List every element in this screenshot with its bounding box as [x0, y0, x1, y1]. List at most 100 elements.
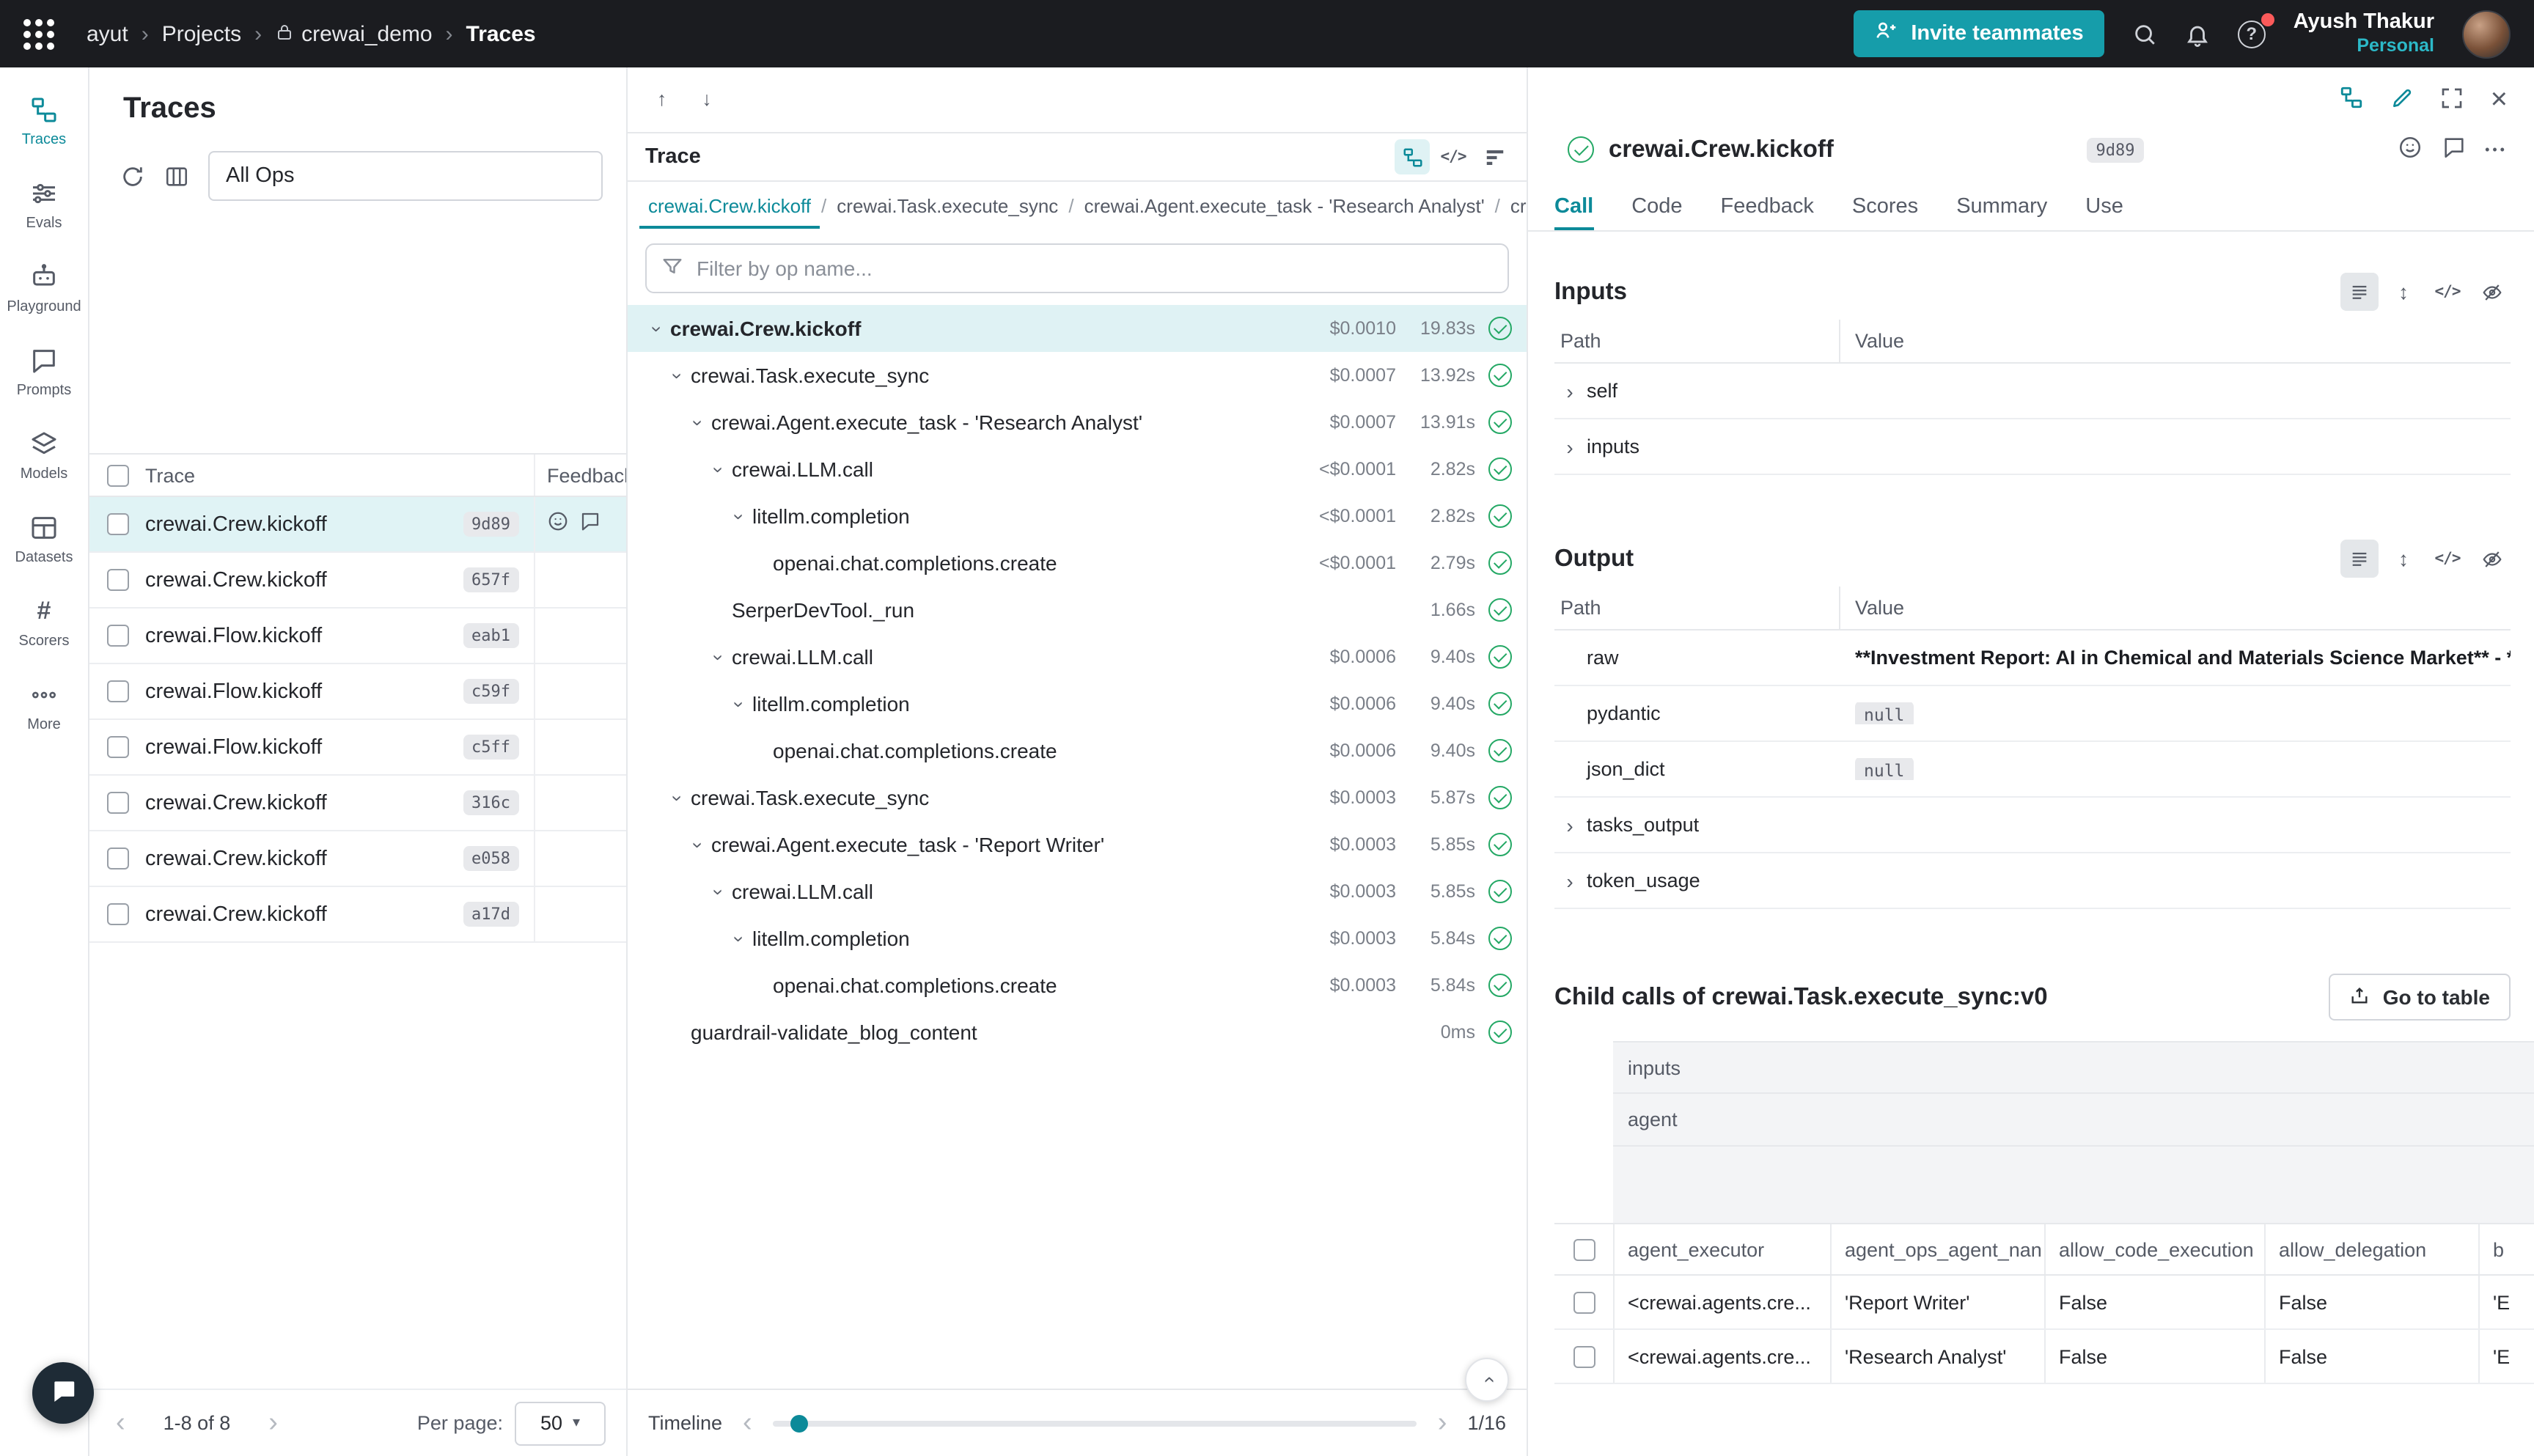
code-view-button[interactable]: </>: [2428, 273, 2467, 311]
kv-row[interactable]: ›pydantic null: [1554, 686, 2511, 742]
row-checkbox[interactable]: [106, 792, 128, 814]
chevron-right-icon[interactable]: ›: [1560, 380, 1579, 401]
sidebar-item-scorers[interactable]: # Scorers: [0, 589, 88, 657]
column-header[interactable]: agent_ops_agent_nan: [1830, 1224, 2044, 1274]
go-to-table-button[interactable]: Go to table: [2329, 974, 2511, 1021]
row-checkbox[interactable]: [106, 848, 128, 869]
tree-node[interactable]: › crewai.Task.execute_sync $0.0007 13.92…: [628, 352, 1527, 399]
notifications-bell-icon[interactable]: [2185, 21, 2210, 46]
kv-row[interactable]: ›tasks_output: [1554, 798, 2511, 853]
path-tab[interactable]: crewai.Crew.kickoff: [639, 182, 820, 229]
tab-call[interactable]: Call: [1554, 182, 1593, 230]
table-row[interactable]: <crewai.agents.cre... 'Report Writer' Fa…: [1554, 1276, 2534, 1330]
invite-teammates-button[interactable]: Invite teammates: [1854, 10, 2104, 57]
tree-node[interactable]: openai.chat.completions.create $0.0006 9…: [628, 727, 1527, 774]
kv-row[interactable]: ›inputs: [1554, 419, 2511, 475]
panel-layout-icon[interactable]: [2340, 85, 2365, 114]
refresh-button[interactable]: [120, 163, 145, 188]
sidebar-item-datasets[interactable]: Datasets: [0, 506, 88, 573]
sidebar-item-more[interactable]: More: [0, 673, 88, 740]
tree-node[interactable]: SerperDevTool._run 1.66s: [628, 587, 1527, 633]
column-header[interactable]: allow_code_execution: [2044, 1224, 2264, 1274]
tab-feedback[interactable]: Feedback: [1721, 182, 1814, 230]
next-page-button[interactable]: ›: [262, 1407, 284, 1439]
timeline-slider[interactable]: [773, 1420, 1417, 1426]
ops-filter-select[interactable]: All Ops: [208, 151, 603, 201]
add-reaction-icon[interactable]: [2397, 135, 2422, 164]
chevron-right-icon[interactable]: ›: [1560, 815, 1579, 835]
kv-row[interactable]: ›json_dict null: [1554, 742, 2511, 798]
timeline-next-button[interactable]: ›: [1432, 1407, 1453, 1439]
row-checkbox[interactable]: [106, 736, 128, 758]
tree-node[interactable]: › crewai.Crew.kickoff $0.0010 19.83s: [628, 305, 1527, 352]
table-row[interactable]: crewai.Crew.kickoffe058: [89, 831, 626, 887]
chevron-down-icon[interactable]: ›: [727, 694, 752, 713]
tree-node[interactable]: › crewai.LLM.call $0.0003 5.85s: [628, 868, 1527, 915]
breadcrumb-projects[interactable]: Projects: [162, 21, 241, 46]
per-page-select[interactable]: 50 ▾: [515, 1401, 606, 1445]
row-checkbox[interactable]: [106, 513, 128, 535]
flame-graph-button[interactable]: [1477, 139, 1512, 174]
table-row[interactable]: crewai.Crew.kickoffa17d: [89, 887, 626, 943]
sidebar-item-evals[interactable]: Evals: [0, 172, 88, 239]
row-checkbox[interactable]: [1573, 1345, 1595, 1367]
timeline-prev-button[interactable]: ‹: [737, 1407, 758, 1439]
column-header-feedback[interactable]: Feedback: [535, 464, 626, 486]
tree-node[interactable]: › litellm.completion $0.0003 5.84s: [628, 915, 1527, 962]
prev-page-button[interactable]: ‹: [110, 1407, 131, 1439]
chevron-down-icon[interactable]: ›: [727, 507, 752, 526]
row-checkbox[interactable]: [106, 903, 128, 925]
tree-node[interactable]: › crewai.Agent.execute_task - 'Research …: [628, 399, 1527, 446]
hide-values-button[interactable]: [2472, 273, 2511, 311]
chevron-down-icon[interactable]: ›: [727, 929, 752, 948]
timeline-slider-handle[interactable]: [790, 1414, 808, 1432]
list-view-button[interactable]: [2340, 540, 2379, 578]
next-call-arrow-button[interactable]: ↓: [702, 90, 711, 110]
sidebar-item-prompts[interactable]: Prompts: [0, 339, 88, 406]
tree-node[interactable]: › litellm.completion <$0.0001 2.82s: [628, 493, 1527, 540]
comment-icon[interactable]: [2441, 135, 2466, 164]
select-all-checkbox[interactable]: [106, 464, 128, 486]
tree-node[interactable]: › crewai.LLM.call <$0.0001 2.82s: [628, 446, 1527, 493]
breadcrumb-project[interactable]: crewai_demo: [275, 21, 432, 46]
table-row[interactable]: crewai.Flow.kickoffc59f: [89, 664, 626, 720]
tab-summary[interactable]: Summary: [1956, 182, 2047, 230]
kv-row[interactable]: ›self: [1554, 364, 2511, 419]
wandb-logo[interactable]: [23, 18, 54, 49]
column-header[interactable]: allow_delegation: [2264, 1224, 2478, 1274]
edit-pencil-icon[interactable]: [2391, 86, 2414, 114]
comment-icon[interactable]: [579, 510, 601, 538]
add-reaction-icon[interactable]: [547, 510, 569, 538]
path-tab[interactable]: crewai.Task.execute_sync: [828, 182, 1067, 229]
table-row[interactable]: crewai.Crew.kickoff316c: [89, 776, 626, 831]
chevron-down-icon[interactable]: ›: [666, 788, 691, 807]
tree-view-button[interactable]: [1395, 139, 1430, 174]
chevron-down-icon[interactable]: ›: [645, 319, 670, 338]
sidebar-item-playground[interactable]: Playground: [0, 255, 88, 323]
op-filter-input[interactable]: [697, 257, 1493, 280]
chevron-right-icon[interactable]: ›: [1560, 436, 1579, 457]
tree-node[interactable]: › crewai.Agent.execute_task - 'Report Wr…: [628, 821, 1527, 868]
chevron-down-icon[interactable]: ›: [686, 413, 711, 432]
chevron-right-icon[interactable]: ›: [1560, 870, 1579, 891]
chevron-down-icon[interactable]: ›: [686, 835, 711, 854]
breadcrumb-page[interactable]: Traces: [466, 21, 536, 46]
table-row[interactable]: crewai.Flow.kickoffeab1: [89, 608, 626, 664]
code-view-button[interactable]: </>: [2428, 540, 2467, 578]
avatar[interactable]: [2462, 10, 2511, 58]
expand-rows-button[interactable]: ↕: [2384, 273, 2423, 311]
select-all-checkbox[interactable]: [1573, 1238, 1595, 1260]
row-checkbox[interactable]: [106, 680, 128, 702]
kv-row[interactable]: ›raw **Investment Report: AI in Chemical…: [1554, 630, 2511, 686]
expand-rows-button[interactable]: ↕: [2384, 540, 2423, 578]
hide-values-button[interactable]: [2472, 540, 2511, 578]
tree-node[interactable]: openai.chat.completions.create $0.0003 5…: [628, 962, 1527, 1009]
tree-node[interactable]: guardrail-validate_blog_content 0ms: [628, 1009, 1527, 1056]
breadcrumb-org[interactable]: ayut: [87, 21, 128, 46]
support-chat-button[interactable]: [32, 1362, 94, 1424]
chevron-down-icon[interactable]: ›: [707, 882, 732, 901]
overflow-menu-icon[interactable]: •••: [2485, 142, 2508, 157]
tree-node[interactable]: openai.chat.completions.create <$0.0001 …: [628, 540, 1527, 587]
user-menu[interactable]: Ayush Thakur Personal: [2294, 10, 2434, 58]
help-icon[interactable]: ?: [2238, 20, 2266, 48]
